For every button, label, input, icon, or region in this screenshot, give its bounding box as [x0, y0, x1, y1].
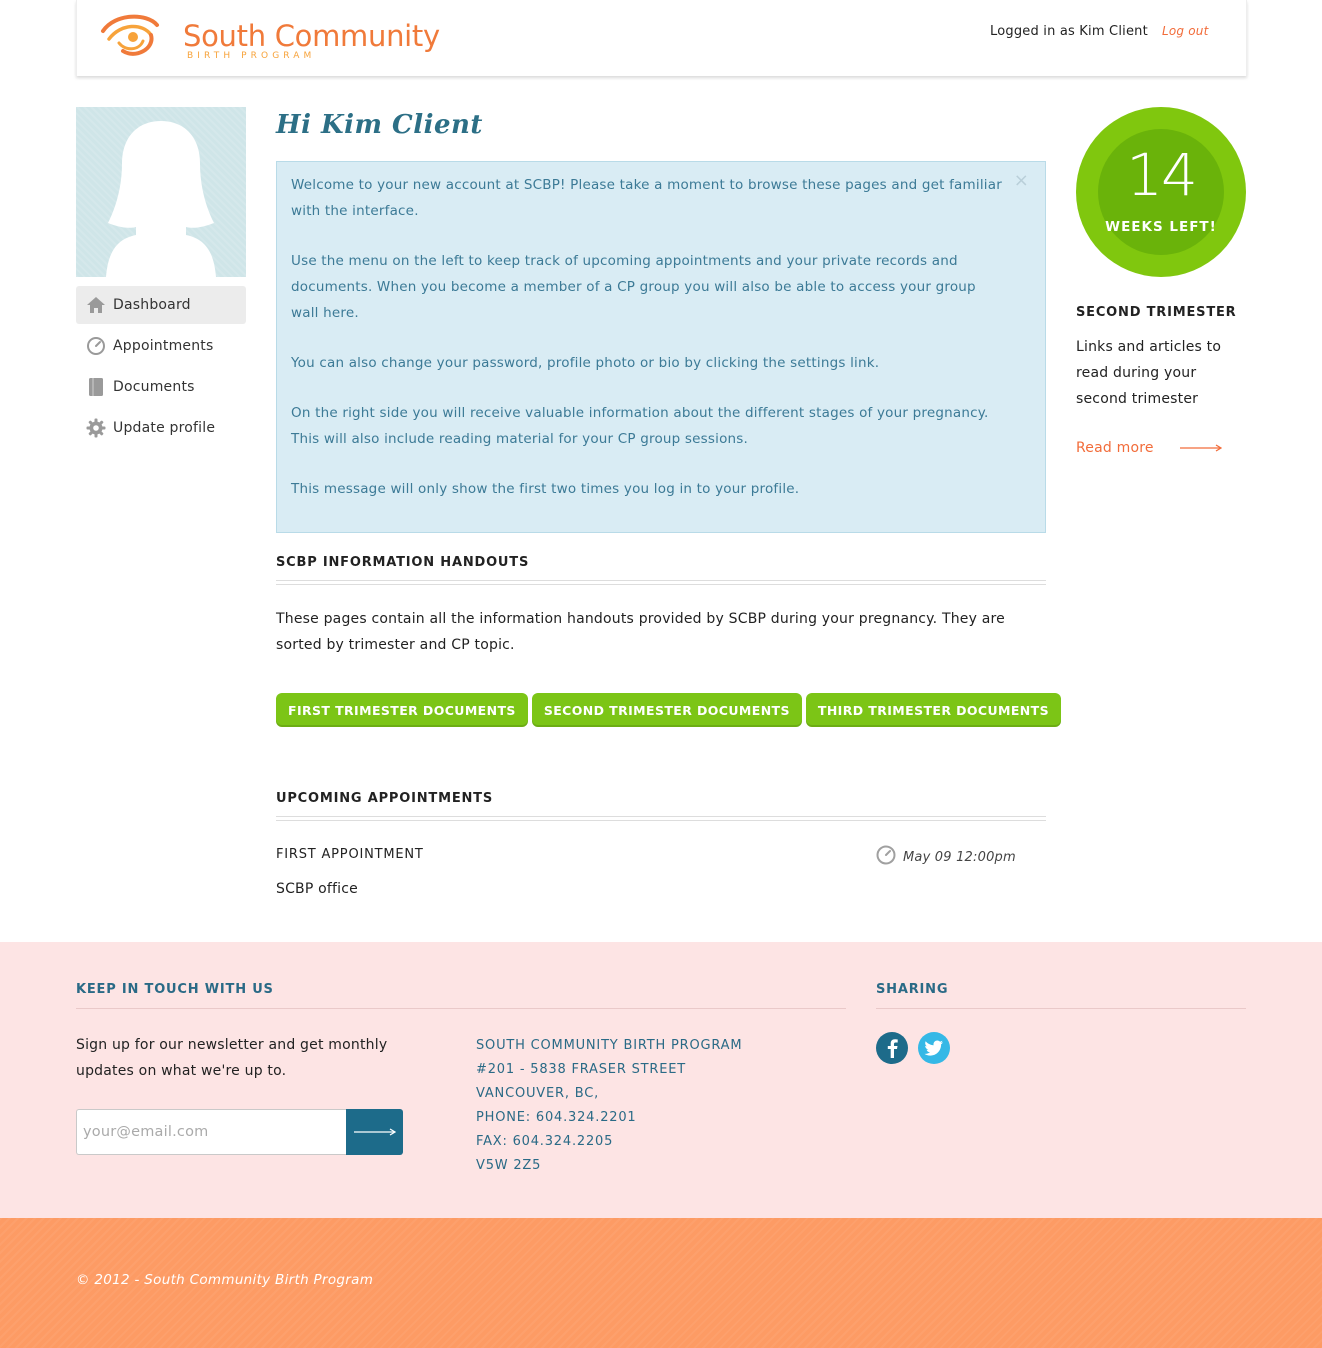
section-divider: [276, 580, 1046, 585]
third-trimester-documents-button[interactable]: THIRD TRIMESTER DOCUMENTS: [805, 693, 1062, 727]
site-footer: KEEP IN TOUCH WITH US Sign up for our ne…: [0, 942, 1322, 1218]
arrow-right-icon: [353, 1128, 396, 1136]
appointments-heading: UPCOMING APPOINTMENTS: [276, 791, 494, 806]
handouts-description: These pages contain all the information …: [276, 611, 1005, 653]
close-icon[interactable]: ×: [1014, 168, 1029, 194]
newsletter-submit-button[interactable]: [346, 1109, 403, 1155]
sidebar-item-label: Documents: [113, 379, 195, 395]
logout-link[interactable]: Log out: [1162, 24, 1209, 38]
sharing-heading: SHARING: [876, 982, 949, 997]
logo-subtitle: BIRTH PROGRAM: [187, 51, 316, 61]
trimester-description: Links and articles to read during your s…: [1076, 339, 1222, 407]
email-input[interactable]: your@email.com: [76, 1109, 347, 1155]
address-line: FAX: 604.324.2205: [476, 1134, 614, 1149]
appointment-location: SCBP office: [276, 881, 358, 897]
page-title: Hi Kim Client: [276, 110, 483, 140]
second-trimester-documents-button[interactable]: SECOND TRIMESTER DOCUMENTS: [531, 693, 802, 727]
clock-icon: [876, 845, 896, 869]
copyright-text: © 2012 - South Community Birth Program: [76, 1272, 374, 1288]
sidebar-item-label: Update profile: [113, 420, 216, 436]
section-divider: [276, 816, 1046, 821]
contact-address: SOUTH COMMUNITY BIRTH PROGRAM #201 - 583…: [476, 1034, 742, 1178]
sidebar-item-label: Appointments: [113, 338, 214, 354]
alert-paragraph: On the right side you will receive valua…: [291, 405, 989, 447]
logo-title: South Community: [183, 19, 440, 53]
sidebar-item-appointments[interactable]: Appointments: [76, 327, 246, 365]
sidebar-item-update-profile[interactable]: Update profile: [76, 409, 246, 447]
address-line: #201 - 5838 FRASER STREET: [476, 1062, 686, 1077]
address-line: V5W 2Z5: [476, 1158, 542, 1173]
copyright-bar: © 2012 - South Community Birth Program: [0, 1218, 1322, 1348]
user-silhouette-icon: [106, 121, 216, 277]
logo[interactable]: South Community BIRTH PROGRAM: [95, 9, 455, 61]
appointment-time: May 09 12:00pm: [876, 845, 1036, 869]
read-more-link[interactable]: Read more: [1076, 440, 1226, 456]
footer-divider: [876, 1008, 1246, 1009]
weeks-left-badge: 14 WEEKS LEFT!: [1076, 107, 1246, 277]
twitter-icon[interactable]: [918, 1032, 950, 1064]
address-line: VANCOUVER, BC,: [476, 1086, 600, 1101]
weeks-left-label: WEEKS LEFT!: [1105, 219, 1217, 235]
arrow-right-icon: [1179, 444, 1222, 452]
logged-in-status: Logged in as Kim Client: [990, 24, 1148, 39]
read-more-label: Read more: [1076, 440, 1154, 456]
address-line: PHONE: 604.324.2201: [476, 1110, 637, 1125]
footer-divider: [76, 1008, 846, 1009]
social-links: [876, 1032, 960, 1064]
alert-paragraph: You can also change your password, profi…: [291, 355, 880, 371]
alert-paragraph: This message will only show the first tw…: [291, 481, 800, 497]
appointment-time-label: May 09 12:00pm: [903, 849, 1016, 865]
gear-icon: [86, 418, 106, 438]
newsletter-description: Sign up for our newsletter and get month…: [76, 1037, 388, 1079]
home-icon: [86, 295, 106, 315]
trimester-heading: SECOND TRIMESTER: [1076, 305, 1237, 320]
sidebar-item-dashboard[interactable]: Dashboard: [76, 286, 246, 324]
handouts-heading: SCBP INFORMATION HANDOUTS: [276, 555, 530, 570]
alert-paragraph: Use the menu on the left to keep track o…: [291, 253, 976, 321]
keep-in-touch-heading: KEEP IN TOUCH WITH US: [76, 982, 274, 997]
facebook-icon[interactable]: [876, 1032, 908, 1064]
avatar: [76, 107, 246, 277]
sidebar-item-documents[interactable]: Documents: [76, 368, 246, 406]
sun-swirl-logo-icon: [101, 14, 159, 56]
document-icon: [86, 377, 106, 397]
sidebar-nav: Dashboard Appointments Documents Update …: [76, 286, 246, 450]
site-header: South Community BIRTH PROGRAM Logged in …: [76, 0, 1247, 76]
appointment-title[interactable]: FIRST APPOINTMENT: [276, 847, 424, 862]
sidebar-item-label: Dashboard: [113, 297, 191, 313]
welcome-alert: × Welcome to your new account at SCBP! P…: [276, 161, 1046, 533]
first-trimester-documents-button[interactable]: FIRST TRIMESTER DOCUMENTS: [276, 693, 528, 727]
clock-icon: [86, 336, 106, 356]
address-line: SOUTH COMMUNITY BIRTH PROGRAM: [476, 1038, 743, 1053]
document-buttons: FIRST TRIMESTER DOCUMENTS SECOND TRIMEST…: [276, 693, 1065, 727]
alert-paragraph: Welcome to your new account at SCBP! Ple…: [291, 177, 1002, 219]
weeks-left-number: 14: [1126, 141, 1198, 209]
